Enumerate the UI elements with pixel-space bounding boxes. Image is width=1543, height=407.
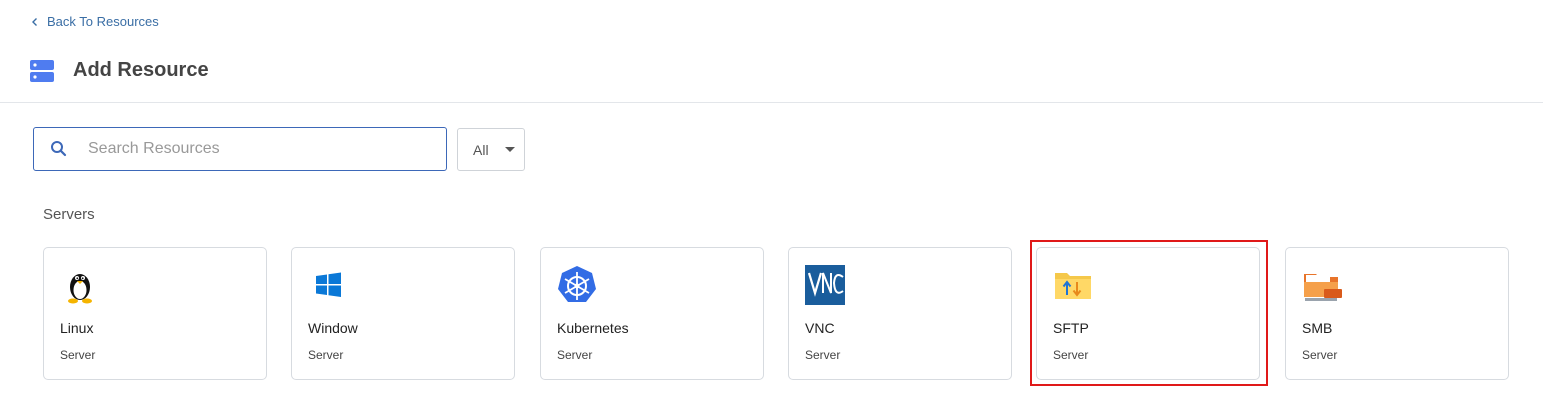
card-type: Server xyxy=(557,348,593,362)
resource-card-linux[interactable]: Linux Server xyxy=(43,247,267,380)
resource-card-kubernetes[interactable]: Kubernetes Server xyxy=(540,247,764,380)
search-box[interactable] xyxy=(33,127,447,171)
vnc-logo-icon xyxy=(805,265,845,305)
filter-selected-value: All xyxy=(473,141,489,158)
search-icon xyxy=(51,141,67,157)
back-to-resources-link[interactable]: Back To Resources xyxy=(30,14,159,29)
resource-card-sftp[interactable]: SFTP Server xyxy=(1036,247,1260,380)
card-type: Server xyxy=(60,348,96,362)
card-name: Kubernetes xyxy=(557,320,629,336)
card-type: Server xyxy=(308,348,344,362)
card-name: SMB xyxy=(1302,320,1333,336)
caret-down-icon xyxy=(505,147,515,152)
windows-logo-icon xyxy=(316,272,341,297)
filter-select[interactable]: All xyxy=(457,128,525,171)
page-title: Add Resource xyxy=(73,59,209,81)
kubernetes-logo-icon xyxy=(558,266,596,302)
linux-tux-icon xyxy=(68,274,92,304)
card-name: Linux xyxy=(60,320,94,336)
smb-folder-icon xyxy=(1304,274,1342,301)
card-type: Server xyxy=(1053,348,1089,362)
section-title: Servers xyxy=(43,206,95,223)
card-type: Server xyxy=(1302,348,1338,362)
resource-card-window[interactable]: Window Server xyxy=(291,247,515,380)
sftp-folder-icon xyxy=(1055,273,1091,299)
card-name: SFTP xyxy=(1053,320,1089,336)
server-stack-icon xyxy=(30,60,54,82)
page-header: Add Resource xyxy=(0,50,1543,103)
resource-card-smb[interactable]: SMB Server xyxy=(1285,247,1509,380)
back-link-label: Back To Resources xyxy=(47,14,159,29)
card-type: Server xyxy=(805,348,841,362)
card-name: VNC xyxy=(805,320,835,336)
resource-card-vnc[interactable]: VNC Server xyxy=(788,247,1012,380)
chevron-left-icon xyxy=(32,17,37,26)
search-input[interactable] xyxy=(86,139,410,159)
card-name: Window xyxy=(308,320,358,336)
